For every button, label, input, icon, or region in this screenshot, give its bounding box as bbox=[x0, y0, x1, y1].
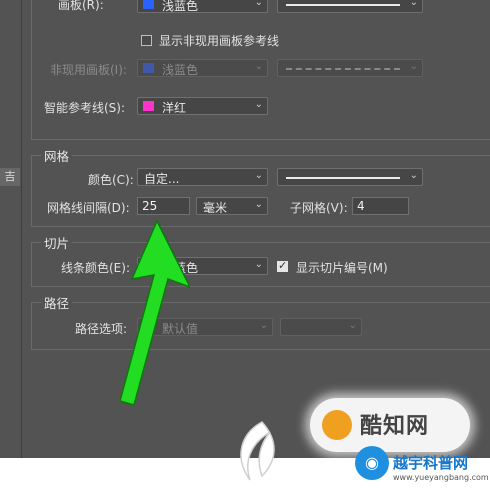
chevron-down-icon: ⌄ bbox=[254, 199, 263, 210]
inactive-artboard-label: 非现用画板(I): bbox=[50, 63, 127, 77]
watermark-logo-icon bbox=[322, 410, 352, 440]
smart-color-value: 洋红 bbox=[162, 101, 187, 115]
path-section-title: 路径 bbox=[41, 293, 73, 312]
inactive-swatch bbox=[143, 63, 154, 73]
chevron-down-icon: ⌄ bbox=[254, 61, 263, 72]
solid-line-icon bbox=[286, 177, 400, 179]
show-inactive-checkbox[interactable] bbox=[141, 35, 152, 46]
inactive-color-value: 浅蓝色 bbox=[162, 63, 199, 77]
artboard-label: 画板(R): bbox=[58, 0, 104, 12]
grid-unit-select[interactable]: 毫米 ⌄ bbox=[196, 197, 268, 215]
side-tab[interactable]: 吉 bbox=[0, 168, 20, 186]
grid-color-label: 颜色(C): bbox=[88, 173, 134, 187]
chevron-down-icon: ⌄ bbox=[254, 99, 263, 110]
artboard-color-select[interactable]: 浅蓝色 ⌄ bbox=[137, 0, 268, 13]
brand-logo-icon: ◉ bbox=[355, 446, 389, 480]
inactive-artboard-color-select[interactable]: 浅蓝色 ⌄ bbox=[137, 59, 268, 77]
chevron-down-icon: ⌄ bbox=[409, 0, 418, 8]
grid-color-value: 自定... bbox=[144, 172, 180, 186]
chevron-down-icon: ⌄ bbox=[409, 61, 418, 72]
subdivision-input[interactable]: 4 bbox=[352, 197, 409, 215]
grid-spacing-input[interactable]: 25 bbox=[137, 197, 190, 215]
show-inactive-label: 显示非现用画板参考线 bbox=[159, 34, 280, 48]
smart-guides-label: 智能参考线(S): bbox=[44, 101, 126, 115]
grid-section-title: 网格 bbox=[41, 146, 73, 165]
grid-spacing-value: 25 bbox=[142, 199, 158, 213]
artboard-swatch bbox=[143, 0, 154, 9]
subdivision-value: 4 bbox=[357, 199, 365, 213]
green-arrow-annotation bbox=[119, 219, 190, 405]
brand-text: 越宇科普网 bbox=[393, 454, 469, 472]
grid-unit-value: 毫米 bbox=[203, 201, 228, 215]
chevron-down-icon: ⌄ bbox=[254, 170, 263, 181]
dashed-line-icon bbox=[286, 68, 400, 70]
show-slice-numbers-checkbox[interactable] bbox=[277, 259, 288, 272]
chevron-down-icon: ⌄ bbox=[254, 0, 263, 8]
chevron-down-icon: ⌄ bbox=[348, 320, 357, 331]
chevron-down-icon: ⌄ bbox=[409, 170, 418, 181]
solid-line-icon bbox=[286, 4, 400, 6]
smart-swatch bbox=[143, 101, 154, 111]
subdivision-label: 子网格(V): bbox=[290, 201, 348, 215]
artboard-color-value: 浅蓝色 bbox=[162, 0, 199, 13]
show-slice-numbers-label: 显示切片编号(M) bbox=[296, 261, 388, 275]
arrow-shape bbox=[119, 219, 190, 405]
leaf-logo-icon bbox=[240, 421, 275, 481]
left-panel-strip: 吉 bbox=[0, 0, 22, 490]
brand-url: www.yueyangbang.com bbox=[393, 473, 489, 482]
inactive-artboard-style-select[interactable]: ⌄ bbox=[277, 59, 423, 77]
grid-color-select[interactable]: 自定... ⌄ bbox=[137, 168, 268, 186]
artboard-style-select[interactable]: ⌄ bbox=[277, 0, 423, 13]
smart-guides-color-select[interactable]: 洋红 ⌄ bbox=[137, 97, 268, 115]
chevron-down-icon: ⌄ bbox=[259, 320, 268, 331]
grid-style-select[interactable]: ⌄ bbox=[277, 168, 423, 186]
slice-section-title: 切片 bbox=[41, 233, 73, 252]
grid-frame bbox=[31, 155, 490, 227]
path-style-select[interactable]: ⌄ bbox=[280, 318, 362, 336]
grid-spacing-label: 网格线间隔(D): bbox=[47, 201, 130, 215]
watermark-badge-text: 酷知网 bbox=[360, 414, 430, 439]
chevron-down-icon: ⌄ bbox=[254, 259, 263, 270]
